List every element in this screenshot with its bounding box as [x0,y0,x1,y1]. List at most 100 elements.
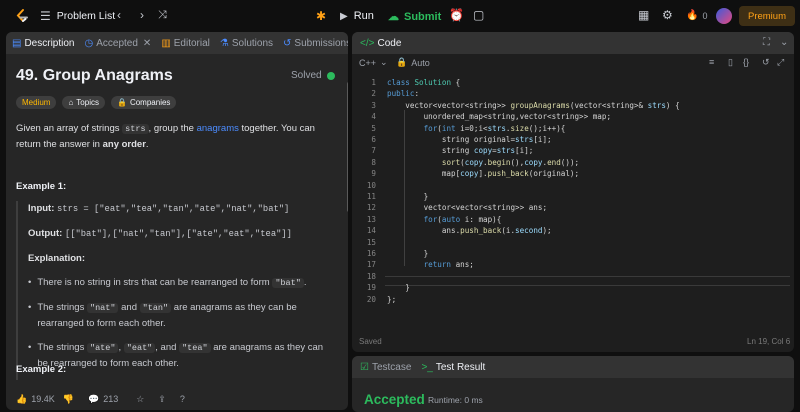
autocomplete-toggle[interactable]: 🔒 Auto [396,57,430,68]
debug-icon[interactable]: ✱ [316,9,326,23]
tab-label: Testcase [371,361,412,373]
code-title: Code [377,37,402,49]
help-icon[interactable]: ? [180,394,185,404]
language-select[interactable]: C++ ⌄ [359,57,388,68]
tab-accepted[interactable]: ◷ Accepted ✕ [84,38,151,49]
companies-label: Companies [129,98,171,107]
streak-counter[interactable]: 🔥 0 [686,10,707,21]
run-label: Run [353,10,374,22]
thumbs-down-icon[interactable]: 👎 [63,394,74,405]
star-icon[interactable]: ☆ [136,394,144,405]
text: . [303,277,307,288]
line-number: 14 [366,226,376,236]
line-number: 2 [371,89,376,99]
tab-label: Solutions [231,37,274,49]
thumbs-up-icon[interactable]: 👍 [16,394,27,405]
tab-editorial[interactable]: ▥ Editorial [161,38,210,49]
braces-icon[interactable]: {} [743,57,749,67]
problem-list-button[interactable]: ☰ Problem List [40,9,115,23]
submit-label: Submit [404,10,442,23]
anagrams-link[interactable]: anagrams [197,123,239,134]
example-input: Input: strs = ["eat","tea","tan","ate","… [28,201,326,217]
example2-heading: Example 2: [16,364,67,375]
leetcode-logo[interactable] [14,8,30,24]
scrollbar[interactable] [347,82,348,212]
tab-label: Editorial [173,37,210,49]
prev-problem-icon[interactable]: ‹ [117,8,121,22]
line-number: 8 [371,157,376,167]
tab-testcase[interactable]: ☑ Testcase [360,362,411,373]
maximize-icon[interactable]: ⛶ [763,37,770,48]
tab-submissions[interactable]: ↺ Submissions [283,38,348,49]
bullet-text: There is no string in strs that can be r… [37,275,306,291]
text: There is no string in strs that can be r… [37,277,273,288]
avatar[interactable] [716,8,732,24]
test-panel: ☑ Testcase >_ Test Result Accepted Runti… [352,356,794,412]
code-line: } [387,192,429,201]
topics-label: Topics [76,98,99,107]
text: , [118,342,124,353]
code-line: for(auto i: map){ [423,214,502,224]
format-icon[interactable]: ≡ [709,57,714,67]
line-number: 4 [371,112,376,122]
problem-title[interactable]: 49. Group Anagrams [16,67,173,85]
problem-list-label: Problem List [56,10,116,22]
line-number: 18 [366,271,376,281]
line-number: 19 [366,283,376,293]
line-number: 5 [371,123,376,133]
premium-button[interactable]: Premium [739,6,795,26]
line-number: 1 [371,78,376,87]
line-number: 7 [371,146,376,156]
solved-label: Solved [291,70,322,81]
result-status: Accepted [364,392,425,407]
run-button[interactable]: ▶ Run [340,10,374,22]
code-line: unordered_map<string,vector<string>> map… [387,112,612,122]
auto-label: Auto [411,57,430,68]
reset-icon[interactable]: ↺ [762,57,770,68]
output-value: [["bat"],["nat","tan"],["ate","eat","tea… [64,229,292,239]
line-number: 17 [366,260,376,270]
share-icon[interactable]: ⇪ [158,394,166,405]
tab-test-result[interactable]: >_ Test Result [421,362,485,373]
cursor-position: Ln 19, Col 6 [747,337,791,346]
bullet-dot: • [28,302,32,313]
text: and [118,302,140,313]
terminal-icon: >_ [421,361,433,373]
code-line: sort(copy.begin(),copy.end()); [441,157,580,167]
code-line: }; [387,294,397,304]
next-problem-icon[interactable]: › [140,8,144,22]
topics-button[interactable]: ⌂ Topics [62,96,105,109]
desc-text: , group the [148,123,197,134]
checkbox-icon: ☑ [360,361,369,373]
settings-icon[interactable]: ⚙ [662,8,673,22]
companies-button[interactable]: 🔒 Companies [110,96,177,109]
example1-heading: Example 1: [16,181,67,192]
problem-tags: Medium ⌂ Topics 🔒 Companies [16,96,182,109]
submit-button[interactable]: ☁ Submit [388,10,442,24]
alarm-clock-icon[interactable]: ⏰ [449,8,464,22]
collapse-icon[interactable]: ⌄ [780,37,788,48]
notes-icon[interactable]: ▢ [473,8,484,22]
description-icon: ▤ [12,37,22,49]
tag-icon: ⌂ [68,98,74,107]
fullscreen-icon[interactable]: ⤢ [777,57,784,68]
code-line: public: [387,89,420,99]
tab-description[interactable]: ▤ Description [12,38,74,49]
desc-text: Given an array of strings [16,123,123,134]
code-editor[interactable]: 1 class Solution {2 public: 3 vector<vector… [354,76,792,338]
list-item: • The strings "ate", "eat", and "tea" ar… [28,340,326,371]
close-icon[interactable]: ✕ [143,38,151,49]
layout-grid-icon[interactable]: ▦ [638,8,649,22]
output-label: Output: [28,228,63,239]
bookmark-icon[interactable]: ▯ [728,57,733,68]
shuffle-icon[interactable]: ⤨ [158,9,167,22]
current-line-highlight [385,276,790,286]
description-footer: 👍 19.4K 👎 💬 213 ☆ ⇪ ? [8,388,348,410]
test-tabs: ☑ Testcase >_ Test Result [352,356,794,378]
tab-solutions[interactable]: ⚗ Solutions [220,38,273,49]
line-number: 13 [366,214,376,224]
inline-code: "ate" [86,343,119,353]
comment-icon[interactable]: 💬 [88,394,99,405]
problem-description: Given an array of strings strs, group th… [16,121,334,152]
lock-icon: 🔒 [396,57,408,67]
